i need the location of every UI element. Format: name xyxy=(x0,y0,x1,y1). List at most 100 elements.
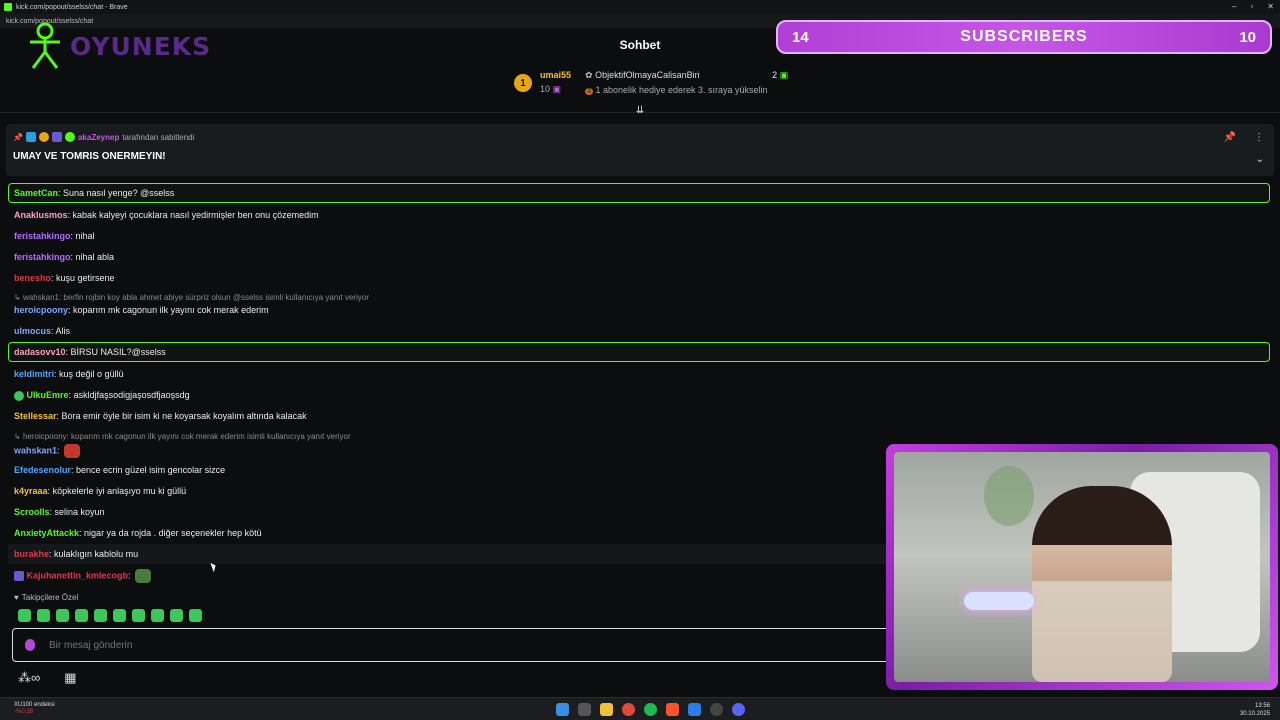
clock-date: 30.10.2025 xyxy=(1239,711,1270,717)
verified-badge-icon xyxy=(64,132,75,142)
chat-message: Anaklusmos: kabak kalyeyi çocuklara nası… xyxy=(14,210,319,220)
chat-message-text: Alis xyxy=(55,326,71,336)
chrome-icon[interactable] xyxy=(622,703,635,716)
obs-icon[interactable] xyxy=(710,703,723,716)
chat-input[interactable] xyxy=(49,639,449,651)
unpin-icon[interactable]: 📌 xyxy=(1224,132,1236,143)
subscribers-left-count: 14 xyxy=(792,28,809,46)
reply-arrow-icon: ↳ xyxy=(14,432,21,441)
chat-username[interactable]: burakhe xyxy=(14,549,49,559)
chat-footer-icons: ⁂∞ ▦ xyxy=(18,670,77,686)
verified-badge-icon xyxy=(14,390,24,401)
emote-icon[interactable] xyxy=(132,609,145,622)
gift-leaderboard[interactable]: 1 umai55 10 ▣ ✿ ObjektifOlmayaCalisanBir… xyxy=(514,70,788,100)
spotify-icon[interactable] xyxy=(644,703,657,716)
emote-icon[interactable] xyxy=(94,609,107,622)
chat-message-text: kuş değil o güllü xyxy=(59,369,124,379)
stock-widget[interactable]: XU100 endeksi -%0,28 xyxy=(14,702,55,716)
chat-message-text: kulaklıgın kablolu mu xyxy=(54,549,139,559)
chat-message-text: nihal abla xyxy=(75,252,115,262)
task-view-icon[interactable] xyxy=(578,703,591,716)
chat-username[interactable]: heroicpoony xyxy=(14,305,68,315)
chat-username[interactable]: Scroolls xyxy=(14,507,50,517)
top-gifter-name[interactable]: umai55 xyxy=(540,70,571,80)
windows-start-icon[interactable] xyxy=(556,703,569,716)
chat-username[interactable]: wahskan1 xyxy=(14,445,57,455)
chat-username[interactable]: feristahkingo xyxy=(14,252,71,262)
store-icon[interactable]: ▦ xyxy=(64,670,76,686)
ticker-value: -%0,28 xyxy=(14,709,34,715)
gear-badge-icon: ✿ xyxy=(585,70,593,80)
chat-username[interactable]: Kajuhanettin_kmlecogb xyxy=(27,570,129,580)
emote-icon[interactable] xyxy=(37,609,50,622)
pinned-by-user[interactable]: akaZeynep xyxy=(78,133,119,142)
chat-message: heroicpoony: koparım mk cagonun ilk yayı… xyxy=(14,305,269,315)
second-gifter-count: 2 xyxy=(772,70,778,80)
chat-username[interactable]: keldimitri xyxy=(14,369,54,379)
chat-message: AnxietyAttackk: nigar ya da rojda . diğe… xyxy=(14,528,262,538)
window-title: kick.com/popout/sselss/chat - Brave xyxy=(16,3,128,11)
streamer-shape xyxy=(1032,486,1172,682)
app-icon[interactable] xyxy=(688,703,701,716)
emote-icon[interactable] xyxy=(151,609,164,622)
emote-icon[interactable] xyxy=(56,609,69,622)
chat-message: keldimitri: kuş değil o güllü xyxy=(14,369,124,379)
mention-highlight xyxy=(8,183,1270,203)
chat-username[interactable]: AnxietyAttackk xyxy=(14,528,79,538)
chat-message: UlkuEmre: askldjfaşsodigjaşosdfjaoşsdg xyxy=(14,390,190,401)
chat-username[interactable]: Efedesenolur xyxy=(14,465,71,475)
restore-icon[interactable]: ▫ xyxy=(1250,2,1253,11)
emote-icon[interactable] xyxy=(18,609,31,622)
discord-icon[interactable] xyxy=(732,703,745,716)
chat-username[interactable]: ulmocus xyxy=(14,326,51,336)
pin-icon: 📌 xyxy=(13,132,23,142)
chat-message: ulmocus: Alis xyxy=(14,326,71,336)
webcam-feed xyxy=(894,452,1270,682)
emote-icon[interactable] xyxy=(75,609,88,622)
chat-username[interactable]: Anaklusmos xyxy=(14,210,68,220)
mic-icon[interactable] xyxy=(25,639,35,651)
chat-username[interactable]: k4yraaa xyxy=(14,486,48,496)
emote-icon[interactable] xyxy=(170,609,183,622)
subscribers-label: SUBSCRIBERS xyxy=(960,28,1088,45)
microphone-shape xyxy=(964,592,1034,610)
chat-username[interactable]: feristahkingo xyxy=(14,231,71,241)
chat-message: feristahkingo: nihal abla xyxy=(14,252,115,262)
gift-icon: ▣ xyxy=(552,84,562,94)
chat-username[interactable]: benesho xyxy=(14,273,51,283)
chat-message: feristahkingo: nihal xyxy=(14,231,95,241)
emote-icon[interactable] xyxy=(113,609,126,622)
file-explorer-icon[interactable] xyxy=(600,703,613,716)
infinity-icon[interactable]: ⁂∞ xyxy=(18,670,40,686)
chevron-down-icon[interactable]: ⌄ xyxy=(1256,154,1264,165)
chat-username[interactable]: dadasovv10 xyxy=(14,347,66,357)
reply-text: wahskan1: berfin rojbin koy abla ahmet a… xyxy=(22,293,369,302)
emote-icon[interactable] xyxy=(189,609,202,622)
close-icon[interactable]: ✕ xyxy=(1267,2,1274,11)
chat-message-text: Bora emir öyle bir isim ki ne koyarsak k… xyxy=(61,411,307,421)
subscribers-right-count: 10 xyxy=(1239,28,1256,46)
webcam-overlay xyxy=(886,444,1278,690)
second-gifter-name[interactable]: ObjektifOlmayaCalisanBiri xyxy=(595,70,700,80)
heart-icon: ♥ xyxy=(14,593,19,602)
reply-arrow-icon: ↳ xyxy=(14,293,21,302)
leaderboard-hint: 1 abonelik hediye ederek 3. sıraya yükse… xyxy=(595,85,768,95)
chat-username[interactable]: SametCan xyxy=(14,188,58,198)
kick-favicon-icon xyxy=(4,3,12,11)
more-options-icon[interactable]: ⋮ xyxy=(1254,132,1264,143)
chat-username[interactable]: Stellessar xyxy=(14,411,57,421)
pinned-message: 📌 akaZeynep tarafından sabitlendi UMAY V… xyxy=(6,124,1274,176)
ticker-name: XU100 endeksi xyxy=(14,702,55,708)
reply-context[interactable]: ↳ heroicpoony: koparım mk cagonun ilk ya… xyxy=(14,432,351,441)
chat-message: Stellessar: Bora emir öyle bir isim ki n… xyxy=(14,411,307,421)
system-clock[interactable]: 13:56 30.10.2025 xyxy=(1240,702,1270,718)
logo-text: OYUNEKS xyxy=(70,31,212,61)
clock-time: 13:56 xyxy=(1254,703,1270,709)
chat-username[interactable]: UlkuEmre xyxy=(27,390,69,400)
brave-icon[interactable] xyxy=(666,703,679,716)
oyuneks-logo: OYUNEKS xyxy=(26,22,211,70)
followers-only-label: ♥ Takipçilere Özel xyxy=(14,593,78,602)
minimize-icon[interactable]: – xyxy=(1232,2,1236,11)
collapse-arrow-icon[interactable]: ⇊ xyxy=(634,106,646,116)
reply-context[interactable]: ↳ wahskan1: berfin rojbin koy abla ahmet… xyxy=(14,293,369,302)
